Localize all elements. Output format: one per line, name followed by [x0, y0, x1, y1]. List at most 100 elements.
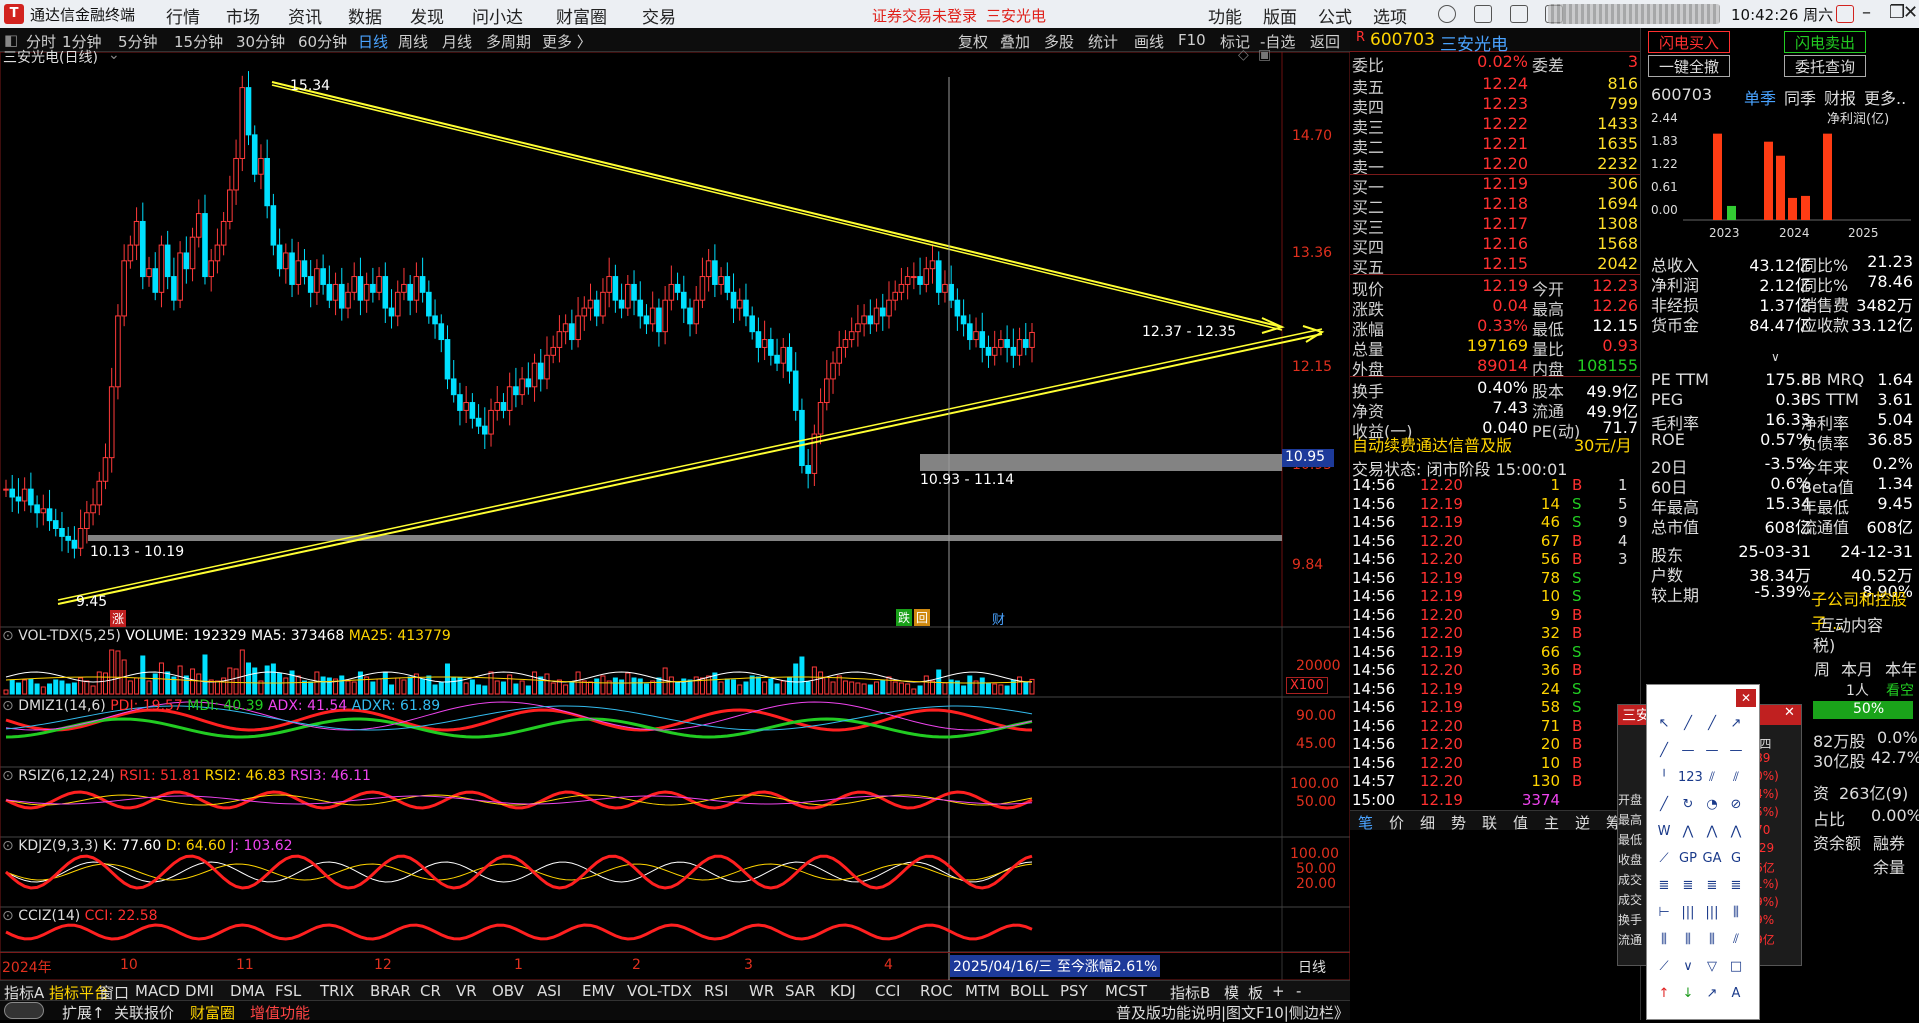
indicator-tab-13[interactable]: EMV: [582, 982, 615, 1000]
draw-tool-icon[interactable]: 123: [1677, 767, 1703, 787]
login-warning[interactable]: 证券交易未登录: [872, 5, 977, 26]
dmi-settings-icon[interactable]: ⊙: [2, 698, 14, 714]
indicator-tab-5[interactable]: DMA: [230, 982, 265, 1000]
indicator-tab-3[interactable]: MACD: [135, 982, 180, 1000]
indicator-tab-24[interactable]: MCST: [1105, 982, 1147, 1000]
tab-week[interactable]: 周: [1814, 656, 1830, 680]
vol-settings-icon[interactable]: ⊙: [2, 628, 14, 644]
draw-tool-icon[interactable]: ⫼: [1701, 929, 1723, 949]
marker-zhang[interactable]: 涨: [110, 610, 127, 627]
menu-jiaoyi[interactable]: 交易: [642, 3, 676, 28]
indicator-tab-23[interactable]: PSY: [1060, 982, 1088, 1000]
draw-tool-icon[interactable]: ⊢: [1653, 902, 1675, 922]
menu-shuju[interactable]: 数据: [348, 3, 382, 28]
draw-tool-icon[interactable]: ⫽: [1725, 929, 1747, 949]
period-60min[interactable]: 60分钟: [298, 31, 347, 52]
draw-tool-icon[interactable]: ≣: [1653, 875, 1675, 895]
menu-gongneng[interactable]: 功能: [1208, 3, 1242, 28]
menu-zixun[interactable]: 资讯: [288, 3, 322, 28]
draw-tool-icon[interactable]: ⋀: [1677, 821, 1699, 841]
indicator-tab-10[interactable]: VR: [456, 982, 477, 1000]
draw-tool-icon[interactable]: ⫽: [1725, 767, 1747, 787]
indicator-tab-11[interactable]: OBV: [492, 982, 524, 1000]
indicator-tab-right-4[interactable]: -: [1296, 982, 1301, 1000]
period-30min[interactable]: 30分钟: [236, 31, 285, 52]
draw-tool-icon[interactable]: —: [1677, 740, 1699, 760]
tick-tab-4[interactable]: 联: [1482, 812, 1497, 833]
flash-sell-button[interactable]: 闪电卖出: [1784, 31, 1866, 53]
indicator-tab-19[interactable]: CCI: [875, 982, 900, 1000]
fin-tab-danji[interactable]: 单季: [1744, 85, 1776, 109]
draw-tool-icon[interactable]: A: [1725, 983, 1747, 1003]
tool-duogu[interactable]: 多股: [1044, 31, 1074, 52]
period-more[interactable]: 更多 〉: [542, 31, 592, 52]
tick-tab-3[interactable]: 势: [1451, 812, 1466, 833]
flag-icon[interactable]: [1836, 5, 1854, 23]
tool-huaxian[interactable]: 画线: [1134, 31, 1164, 52]
indicator-tab-15[interactable]: RSI: [704, 982, 728, 1000]
draw-tool-icon[interactable]: ↻: [1677, 794, 1699, 814]
menu-xuanxiang[interactable]: 选项: [1373, 3, 1407, 28]
period-15min[interactable]: 15分钟: [174, 31, 223, 52]
draw-tool-icon[interactable]: ╱: [1701, 713, 1723, 733]
draw-tool-icon[interactable]: ⋀: [1725, 821, 1747, 841]
tick-tab-5[interactable]: 值: [1513, 812, 1528, 833]
tool-fanhui[interactable]: 返回: [1310, 31, 1340, 52]
period-5min[interactable]: 5分钟: [118, 31, 158, 52]
indicator-tab-4[interactable]: DMI: [185, 982, 214, 1000]
ad-row[interactable]: 自动续费通达信普及版 30元/月: [1350, 432, 1640, 455]
draw-tool-icon[interactable]: ▽: [1701, 956, 1723, 976]
draw-tool-icon[interactable]: ⟋: [1653, 848, 1675, 868]
draw-tool-icon[interactable]: GP: [1677, 848, 1699, 868]
minimize-icon[interactable]: –: [1862, 2, 1871, 23]
fin-tab-caibao[interactable]: 财报: [1824, 85, 1856, 109]
draw-tool-icon[interactable]: GA: [1701, 848, 1723, 868]
menu-hangqing[interactable]: 行情: [166, 3, 200, 28]
tool-fuquan[interactable]: 复权: [958, 31, 988, 52]
rsi-settings-icon[interactable]: ⊙: [2, 768, 14, 784]
draw-tool-icon[interactable]: —: [1701, 740, 1723, 760]
tick-tab-6[interactable]: 主: [1544, 812, 1559, 833]
draw-tool-icon[interactable]: ≣: [1677, 875, 1699, 895]
tick-tab-0[interactable]: 笔: [1358, 812, 1373, 833]
marker-cai[interactable]: 财: [992, 609, 1005, 628]
chart-title-dropdown-icon[interactable]: ⌄: [108, 47, 120, 63]
indicator-tab-right-3[interactable]: +: [1272, 982, 1285, 1000]
draw-tool-icon[interactable]: ↖: [1653, 713, 1675, 733]
tab-month[interactable]: 本月: [1841, 656, 1873, 680]
indicator-tab-16[interactable]: WR: [749, 982, 774, 1000]
fin-tab-tongji[interactable]: 同季: [1784, 85, 1816, 109]
marker-die[interactable]: 跌: [896, 609, 913, 626]
close-icon[interactable]: ✕: [1903, 2, 1918, 23]
draw-tool-icon[interactable]: ╵: [1653, 767, 1675, 787]
tool-tongji[interactable]: 统计: [1088, 31, 1118, 52]
draw-tool-icon[interactable]: ↓: [1677, 983, 1699, 1003]
draw-tool-icon[interactable]: ↑: [1653, 983, 1675, 1003]
draw-tool-icon[interactable]: G: [1725, 848, 1747, 868]
cancel-all-button[interactable]: 一键全撤: [1648, 55, 1730, 77]
draw-tool-icon[interactable]: □: [1725, 956, 1747, 976]
toolbox-close-icon[interactable]: ✕: [1736, 689, 1756, 707]
data-window-close-icon[interactable]: ✕: [1784, 705, 1795, 720]
tab-year[interactable]: 本年: [1885, 656, 1917, 680]
indicator-tab-12[interactable]: ASI: [537, 982, 561, 1000]
chart-area[interactable]: 三安光电(日线) ⌄ ◇ ▣ 14.70 13.36 12.15 10.95 9…: [0, 47, 1350, 980]
draw-tool-icon[interactable]: |||: [1677, 902, 1699, 922]
draw-toolbox[interactable]: ✕ ↖ ╱ ╱ ↗ ╱ — — — ╵ 123 ⫽ ⫽ ╱ ↻ ◔ ⊘ W ⋀ ⋀ ⋀ ⟋ GP GA G ≣ ≣ ≣ ≣ ⊢ ||| ||…: [1646, 684, 1760, 1020]
refresh-icon[interactable]: [1438, 5, 1456, 23]
kdj-settings-icon[interactable]: ⊙: [2, 838, 14, 854]
cci-settings-icon[interactable]: ⊙: [2, 908, 14, 924]
indicator-tab-14[interactable]: VOL-TDX: [627, 982, 692, 1000]
marker-hui[interactable]: 回: [914, 609, 931, 626]
draw-tool-icon[interactable]: —: [1725, 740, 1747, 760]
period-multi[interactable]: 多周期: [486, 31, 531, 52]
menu-gongshi[interactable]: 公式: [1318, 3, 1352, 28]
indicator-tab-21[interactable]: MTM: [965, 982, 1000, 1000]
menu-faxian[interactable]: 发现: [410, 3, 444, 28]
phone-icon[interactable]: [1474, 5, 1492, 23]
period-monthly[interactable]: 月线: [442, 31, 472, 52]
mail-icon[interactable]: [1510, 5, 1528, 23]
draw-tool-icon[interactable]: ⫼: [1653, 929, 1675, 949]
draw-tool-icon[interactable]: ≣: [1725, 875, 1747, 895]
menu-banmian[interactable]: 版面: [1263, 3, 1297, 28]
